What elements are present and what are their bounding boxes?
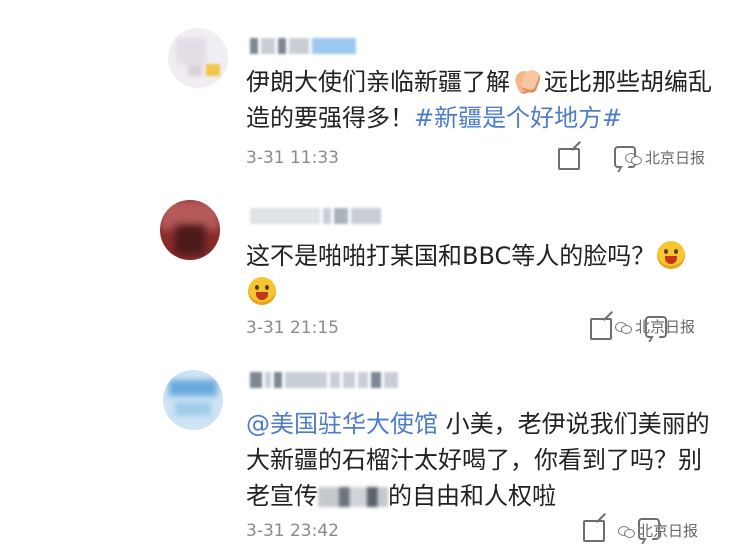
comment-line: @美国驻华大使馆 小美，老伊说我们美丽的 xyxy=(246,406,710,442)
share-icon[interactable] xyxy=(590,318,612,340)
comment-text-segment: 伊朗大使们亲临新疆了解 xyxy=(246,68,510,96)
avatar[interactable] xyxy=(168,28,228,88)
watermark-text: 北京日报 xyxy=(635,318,696,336)
username-blurred[interactable] xyxy=(250,36,356,56)
comment-line: 大新疆的石榴汁太好喝了，你看到了吗？别 xyxy=(246,442,710,478)
share-icon[interactable] xyxy=(583,520,605,542)
comment-text-segment: 远比那些胡编乱 xyxy=(544,68,712,96)
share-icon[interactable] xyxy=(558,148,580,170)
comment-text-segment: 造的要强得多！ xyxy=(246,104,414,132)
wechat-logo-icon xyxy=(615,320,632,334)
wechat-logo-icon xyxy=(618,524,635,538)
comment-time: 3-31 21:15 xyxy=(246,318,339,338)
comment-text: 伊朗大使们亲临新疆了解 远比那些胡编乱造的要强得多！#新疆是个好地方# xyxy=(246,64,712,136)
blurred-text xyxy=(318,487,388,507)
comment-text-segment: 这不是啪啪打某国和BBC等人的脸吗？ xyxy=(246,242,656,270)
comment-time: 3-31 23:42 xyxy=(246,521,339,541)
comment-line: 伊朗大使们亲临新疆了解 远比那些胡编乱 xyxy=(246,64,712,100)
username-blurred[interactable] xyxy=(250,370,398,390)
comment-text: 这不是啪啪打某国和BBC等人的脸吗？ xyxy=(246,238,687,310)
laugh-emoji-icon xyxy=(248,277,276,305)
username-blurred[interactable] xyxy=(250,206,381,226)
comment-text-segment: 大新疆的石榴汁太好喝了，你看到了吗？别 xyxy=(246,446,702,474)
comment-line xyxy=(246,274,687,310)
watermark-text: 北京日报 xyxy=(638,522,699,540)
mention-link[interactable]: @美国驻华大使馆 xyxy=(246,410,438,438)
avatar[interactable] xyxy=(160,200,220,260)
comment-text-segment: 老宣传 xyxy=(246,482,318,510)
comment-time: 3-31 11:33 xyxy=(246,148,339,168)
wechat-logo-icon xyxy=(625,151,642,165)
laugh-emoji-icon xyxy=(657,241,686,269)
comment-text-segment: 小美，老伊说我们美丽的 xyxy=(438,410,710,438)
watermark: 北京日报 xyxy=(618,520,698,541)
comment-line: 这不是啪啪打某国和BBC等人的脸吗？ xyxy=(246,238,687,274)
watermark-text: 北京日报 xyxy=(645,149,706,167)
hashtag-link[interactable]: #新疆是个好地方# xyxy=(414,104,622,132)
comment-line: 造的要强得多！#新疆是个好地方# xyxy=(246,100,712,136)
clap-emoji-icon xyxy=(512,66,542,96)
avatar[interactable] xyxy=(163,370,223,430)
watermark: 北京日报 xyxy=(625,147,705,168)
comment-line: 老宣传 的自由和人权啦 xyxy=(246,478,710,514)
comment-text: @美国驻华大使馆 小美，老伊说我们美丽的 大新疆的石榴汁太好喝了，你看到了吗？别老… xyxy=(246,406,710,514)
comment-text-segment: 的自由和人权啦 xyxy=(388,482,556,510)
watermark: 北京日报 xyxy=(615,316,695,337)
